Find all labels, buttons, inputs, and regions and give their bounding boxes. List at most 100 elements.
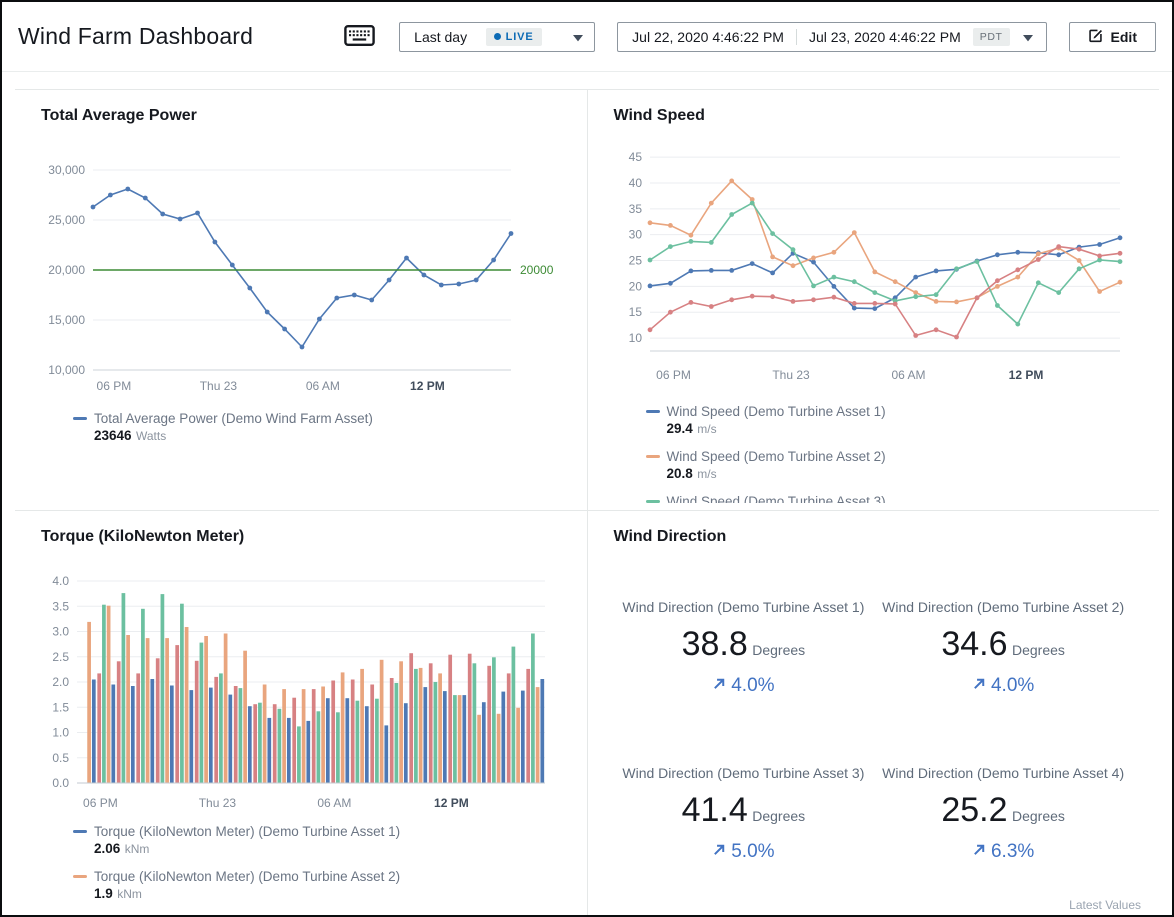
legend-value: 20.8 xyxy=(667,466,693,481)
live-badge: LIVE xyxy=(486,28,542,46)
svg-text:10: 10 xyxy=(628,331,642,345)
kpi-trend: 6.3% xyxy=(873,841,1133,863)
legend-item-clipped: Torque (KiloNewton Meter) (Demo Turbine … xyxy=(73,913,561,916)
trend-up-icon xyxy=(972,841,987,863)
svg-text:06 PM: 06 PM xyxy=(97,379,132,393)
chevron-down-icon xyxy=(1022,29,1034,45)
svg-text:20: 20 xyxy=(628,279,642,293)
legend-unit: m/s xyxy=(697,467,716,481)
svg-text:10,000: 10,000 xyxy=(48,363,85,377)
widget-grid: Total Average Power 10,000 15,000 20,000 25… xyxy=(2,72,1172,916)
date-start: Jul 22, 2020 4:46:22 PM xyxy=(632,29,784,45)
legend-label: Wind Speed (Demo Turbine Asset 3) xyxy=(667,493,886,503)
kpi-trend: 4.0% xyxy=(873,675,1133,697)
legend-value: 1.9 xyxy=(94,886,113,901)
svg-text:Thu 23: Thu 23 xyxy=(199,796,237,810)
svg-text:25: 25 xyxy=(628,254,642,268)
panel-torque: Torque (KiloNewton Meter) 0.00.51.01.52.… xyxy=(15,510,587,916)
kpi-value: 25.2 xyxy=(941,791,1007,829)
svg-text:1.0: 1.0 xyxy=(52,726,69,740)
svg-text:15,000: 15,000 xyxy=(48,313,85,327)
svg-text:25,000: 25,000 xyxy=(48,213,85,227)
svg-text:2.5: 2.5 xyxy=(52,650,69,664)
legend-item: Wind Speed (Demo Turbine Asset 1) 29.4 m… xyxy=(646,403,1134,438)
legend-item: Total Average Power (Demo Wind Farm Asse… xyxy=(73,410,561,445)
date-divider xyxy=(796,29,797,45)
time-range-select[interactable]: Last day LIVE xyxy=(399,22,595,52)
legend-label: Torque (KiloNewton Meter) (Demo Turbine … xyxy=(94,823,400,840)
kpi-wind-direction-3: Wind Direction (Demo Turbine Asset 3) 41… xyxy=(614,765,874,907)
kpi-unit: Degrees xyxy=(1012,808,1065,824)
dashboard-header: Wind Farm Dashboard Last day LIVE Jul 22… xyxy=(2,2,1172,72)
chevron-down-icon xyxy=(572,29,584,45)
svg-text:12 PM: 12 PM xyxy=(1008,368,1043,382)
legend-swatch xyxy=(646,455,660,458)
svg-text:06 AM: 06 AM xyxy=(306,379,340,393)
svg-text:4.0: 4.0 xyxy=(52,574,69,588)
svg-text:30,000: 30,000 xyxy=(48,163,85,177)
kpi-wind-direction-1: Wind Direction (Demo Turbine Asset 1) 38… xyxy=(614,599,874,741)
panel-title: Total Average Power xyxy=(41,106,561,126)
keyboard-shortcuts-button[interactable] xyxy=(342,22,377,52)
svg-text:06 AM: 06 AM xyxy=(891,368,925,382)
legend-value: 23646 xyxy=(94,428,132,443)
kpi-label: Wind Direction (Demo Turbine Asset 1) xyxy=(616,599,870,616)
svg-text:Thu 23: Thu 23 xyxy=(772,368,810,382)
torque-chart[interactable]: 0.00.51.01.52.02.53.03.54.006 PMThu 2306… xyxy=(41,569,561,815)
latest-values-label: Latest Values xyxy=(1069,898,1141,912)
svg-text:06 AM: 06 AM xyxy=(317,796,351,810)
legend-swatch xyxy=(646,410,660,413)
legend: Total Average Power (Demo Wind Farm Asse… xyxy=(41,410,561,445)
svg-text:35: 35 xyxy=(628,202,642,216)
svg-text:1.5: 1.5 xyxy=(52,700,69,714)
date-end: Jul 23, 2020 4:46:22 PM xyxy=(809,29,961,45)
panel-title: Wind Direction xyxy=(614,527,1134,547)
kpi-unit: Degrees xyxy=(752,808,805,824)
svg-text:20000: 20000 xyxy=(520,263,554,277)
panel-total-average-power: Total Average Power 10,000 15,000 20,000 25… xyxy=(15,89,587,510)
kpi-value: 41.4 xyxy=(682,791,748,829)
panel-wind-direction: Wind Direction Wind Direction (Demo Turb… xyxy=(587,510,1160,916)
legend-value: 29.4 xyxy=(667,421,693,436)
svg-text:06 PM: 06 PM xyxy=(83,796,118,810)
kpi-value: 38.8 xyxy=(682,625,748,663)
svg-text:3.0: 3.0 xyxy=(52,625,69,639)
svg-text:3.5: 3.5 xyxy=(52,599,69,613)
wind-speed-chart[interactable]: 101520253035404506 PMThu 2306 AM12 PM xyxy=(614,143,1134,387)
legend-label: Torque (KiloNewton Meter) (Demo Turbine … xyxy=(94,868,400,885)
svg-text:45: 45 xyxy=(628,150,642,164)
edit-button[interactable]: Edit xyxy=(1069,22,1156,52)
total-average-power-chart[interactable]: 10,000 15,000 20,000 25,000 30,000 06 PM Thu 2… xyxy=(41,158,561,398)
kpi-trend: 4.0% xyxy=(614,675,874,697)
legend-item: Wind Speed (Demo Turbine Asset 2) 20.8 m… xyxy=(646,448,1134,483)
svg-text:06 PM: 06 PM xyxy=(656,368,691,382)
svg-text:0.5: 0.5 xyxy=(52,751,69,765)
svg-text:30: 30 xyxy=(628,228,642,242)
kpi-label: Wind Direction (Demo Turbine Asset 2) xyxy=(876,599,1130,616)
svg-text:12 PM: 12 PM xyxy=(434,796,469,810)
legend-value: 2.06 xyxy=(94,841,120,856)
live-dot-icon xyxy=(494,33,501,40)
kpi-value: 34.6 xyxy=(941,625,1007,663)
legend-unit: m/s xyxy=(697,422,716,436)
page-title: Wind Farm Dashboard xyxy=(18,23,253,50)
legend-item-clipped: Wind Speed (Demo Turbine Asset 3) xyxy=(646,493,1134,503)
header-controls: Last day LIVE Jul 22, 2020 4:46:22 PM Ju… xyxy=(342,22,1156,52)
legend: Torque (KiloNewton Meter) (Demo Turbine … xyxy=(41,823,561,916)
svg-text:Thu 23: Thu 23 xyxy=(200,379,238,393)
edit-icon xyxy=(1088,28,1103,46)
date-range-select[interactable]: Jul 22, 2020 4:46:22 PM Jul 23, 2020 4:4… xyxy=(617,22,1046,52)
kpi-unit: Degrees xyxy=(1012,642,1065,658)
legend-unit: kNm xyxy=(125,842,150,856)
legend: Wind Speed (Demo Turbine Asset 1) 29.4 m… xyxy=(614,403,1134,503)
dashboard-page: Wind Farm Dashboard Last day LIVE Jul 22… xyxy=(0,0,1174,917)
svg-text:12 PM: 12 PM xyxy=(410,379,445,393)
panel-title: Wind Speed xyxy=(614,106,1134,126)
svg-text:40: 40 xyxy=(628,176,642,190)
kpi-grid: Wind Direction (Demo Turbine Asset 1) 38… xyxy=(614,599,1134,907)
legend-label: Total Average Power (Demo Wind Farm Asse… xyxy=(94,410,373,427)
kpi-wind-direction-4: Wind Direction (Demo Turbine Asset 4) 25… xyxy=(873,765,1133,907)
svg-text:20,000: 20,000 xyxy=(48,263,85,277)
legend-label: Wind Speed (Demo Turbine Asset 1) xyxy=(667,403,886,420)
panel-title: Torque (KiloNewton Meter) xyxy=(41,527,561,547)
